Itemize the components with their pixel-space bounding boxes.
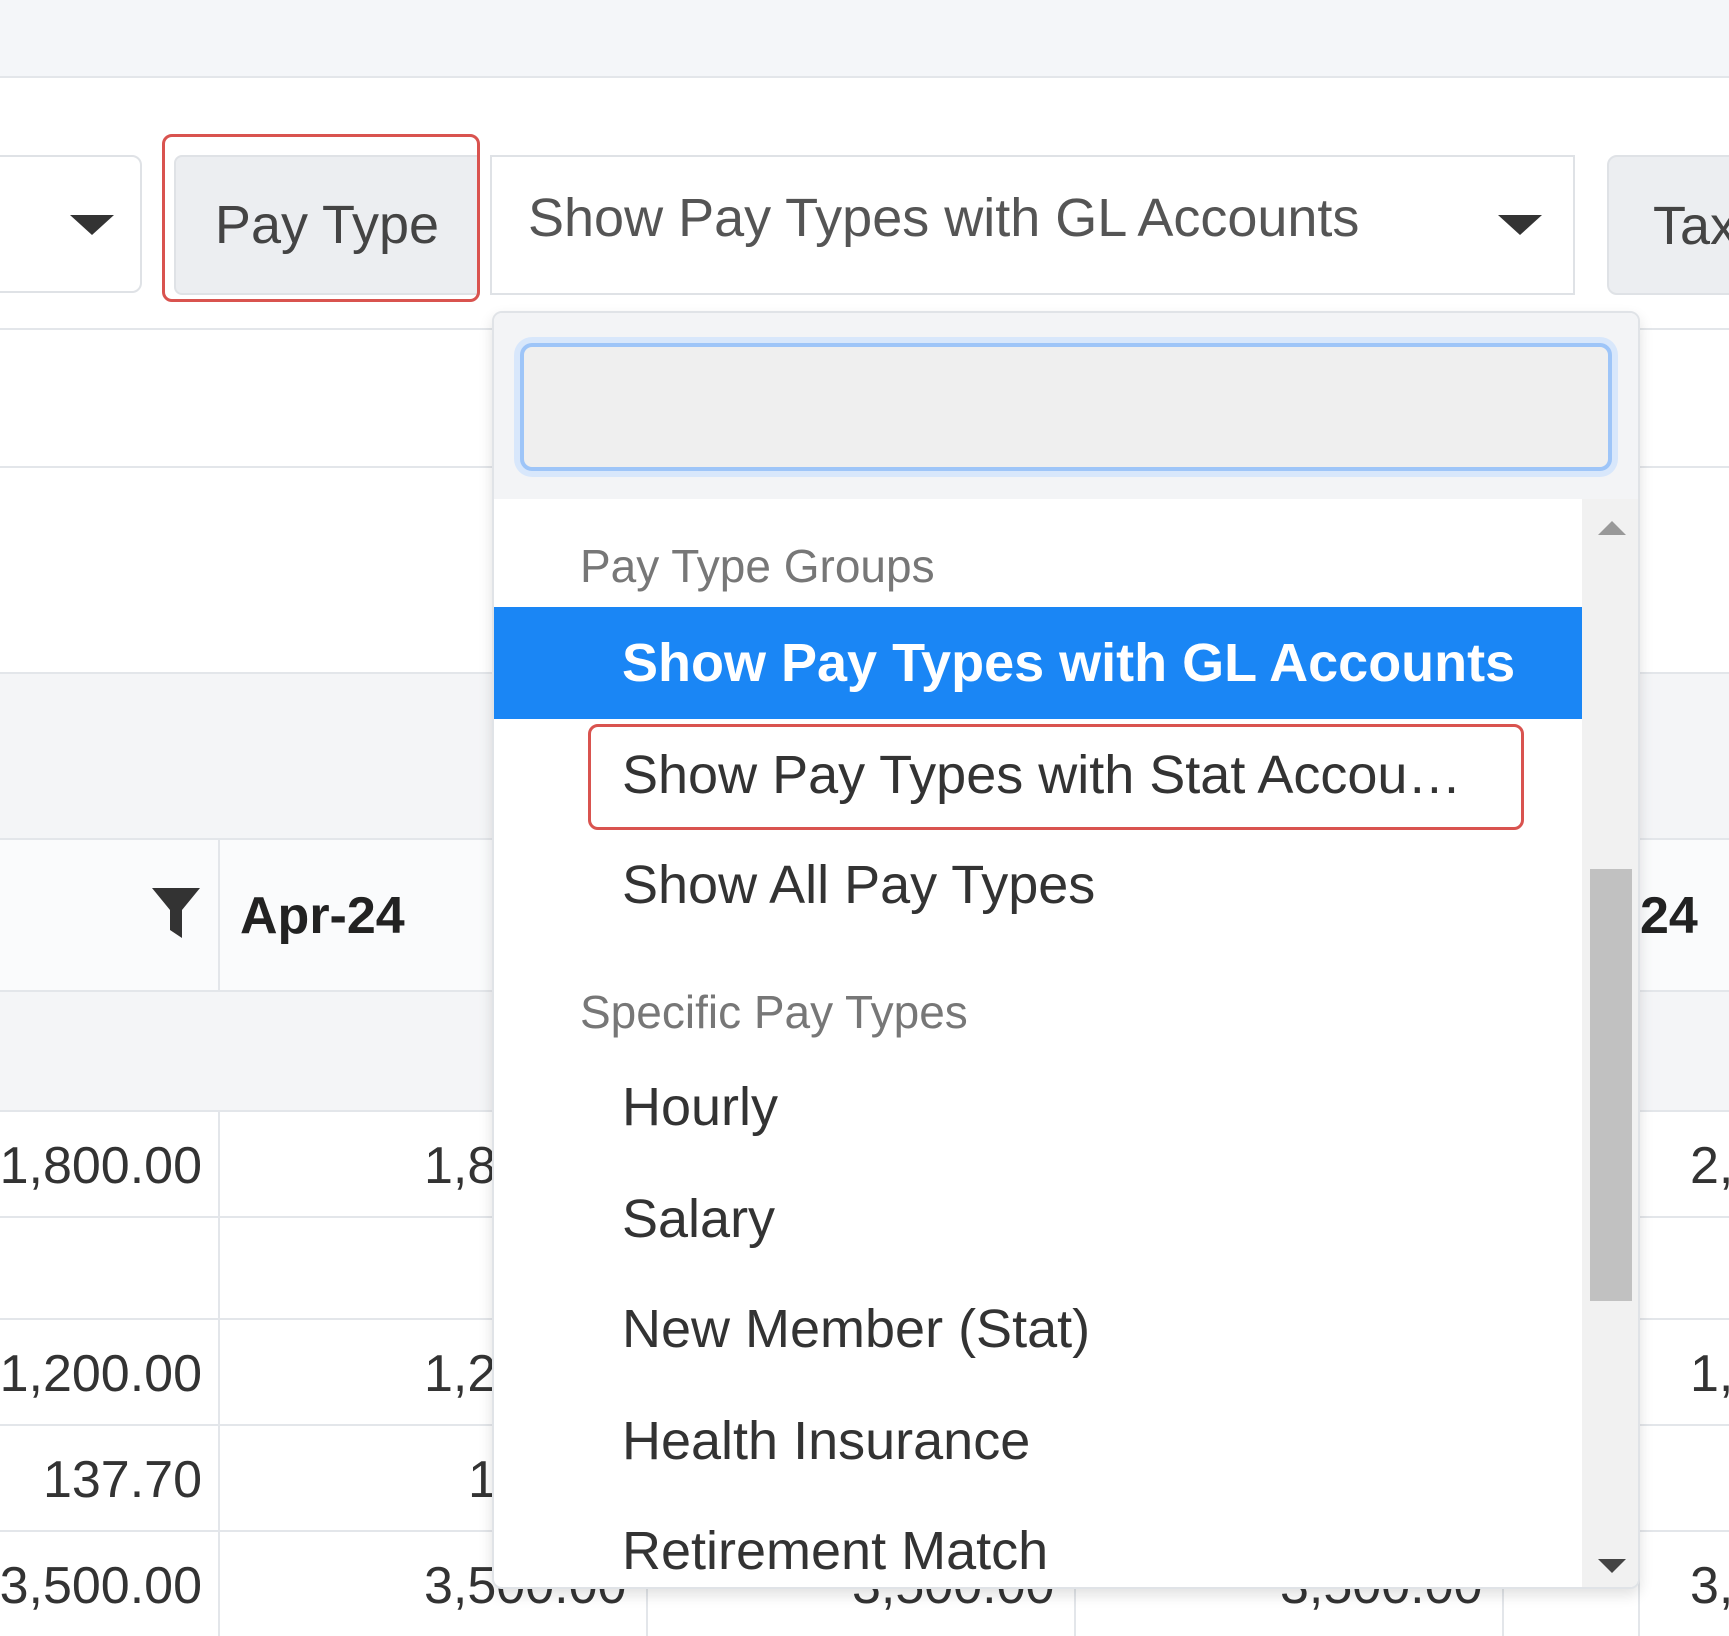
option-show-stat-accounts[interactable]: Show Pay Types with Stat Accou… [494, 719, 1582, 831]
column-header-partial[interactable]: 24 [1640, 886, 1698, 946]
table-cell: 2, [1690, 1137, 1729, 1195]
group-label-specific-pay-types: Specific Pay Types [580, 986, 968, 1038]
table-cell: 3, [1690, 1557, 1729, 1615]
pay-type-dropdown: Pay Type Groups Show Pay Types with GL A… [492, 311, 1640, 1589]
pay-type-select[interactable]: Show Pay Types with GL Accounts [490, 155, 1575, 295]
group-label-pay-type-groups: Pay Type Groups [580, 540, 935, 592]
option-new-member-stat[interactable]: New Member (Stat) [494, 1273, 1582, 1385]
dropdown-search-input[interactable] [520, 343, 1612, 471]
scroll-up-arrow-icon[interactable] [1598, 521, 1626, 535]
table-cell: 1, [1690, 1345, 1729, 1403]
previous-filter-select[interactable] [0, 155, 142, 293]
tax-label: Tax [1607, 155, 1729, 295]
table-cell: 1,8 [424, 1137, 497, 1195]
option-retirement-match[interactable]: Retirement Match [494, 1495, 1582, 1587]
chevron-down-icon [70, 215, 114, 235]
scroll-down-arrow-icon[interactable] [1598, 1559, 1626, 1573]
option-show-all-pay-types[interactable]: Show All Pay Types [494, 829, 1582, 941]
option-hourly[interactable]: Hourly [494, 1051, 1582, 1163]
table-cell: 1,800.00 [0, 1137, 202, 1195]
scrollbar-thumb[interactable] [1590, 869, 1632, 1301]
filter-icon[interactable] [150, 884, 202, 944]
table-cell: 1,2 [424, 1345, 497, 1403]
dropdown-options-list: Pay Type Groups Show Pay Types with GL A… [494, 499, 1582, 1587]
column-divider [218, 1110, 220, 1636]
option-show-gl-accounts[interactable]: Show Pay Types with GL Accounts [494, 607, 1582, 719]
pay-type-label: Pay Type [174, 155, 480, 295]
column-header-apr-24[interactable]: Apr-24 [240, 886, 405, 946]
option-health-insurance[interactable]: Health Insurance [494, 1385, 1582, 1497]
pay-type-selected-value: Show Pay Types with GL Accounts [528, 188, 1360, 248]
dropdown-search-area [494, 313, 1638, 499]
table-cell: 137.70 [42, 1451, 202, 1509]
table-cell: 3,500.00 [0, 1557, 202, 1615]
column-divider [218, 840, 220, 990]
option-salary[interactable]: Salary [494, 1163, 1582, 1275]
chevron-down-icon [1498, 215, 1542, 235]
top-bar [0, 0, 1729, 78]
table-cell: 1,200.00 [0, 1345, 202, 1403]
